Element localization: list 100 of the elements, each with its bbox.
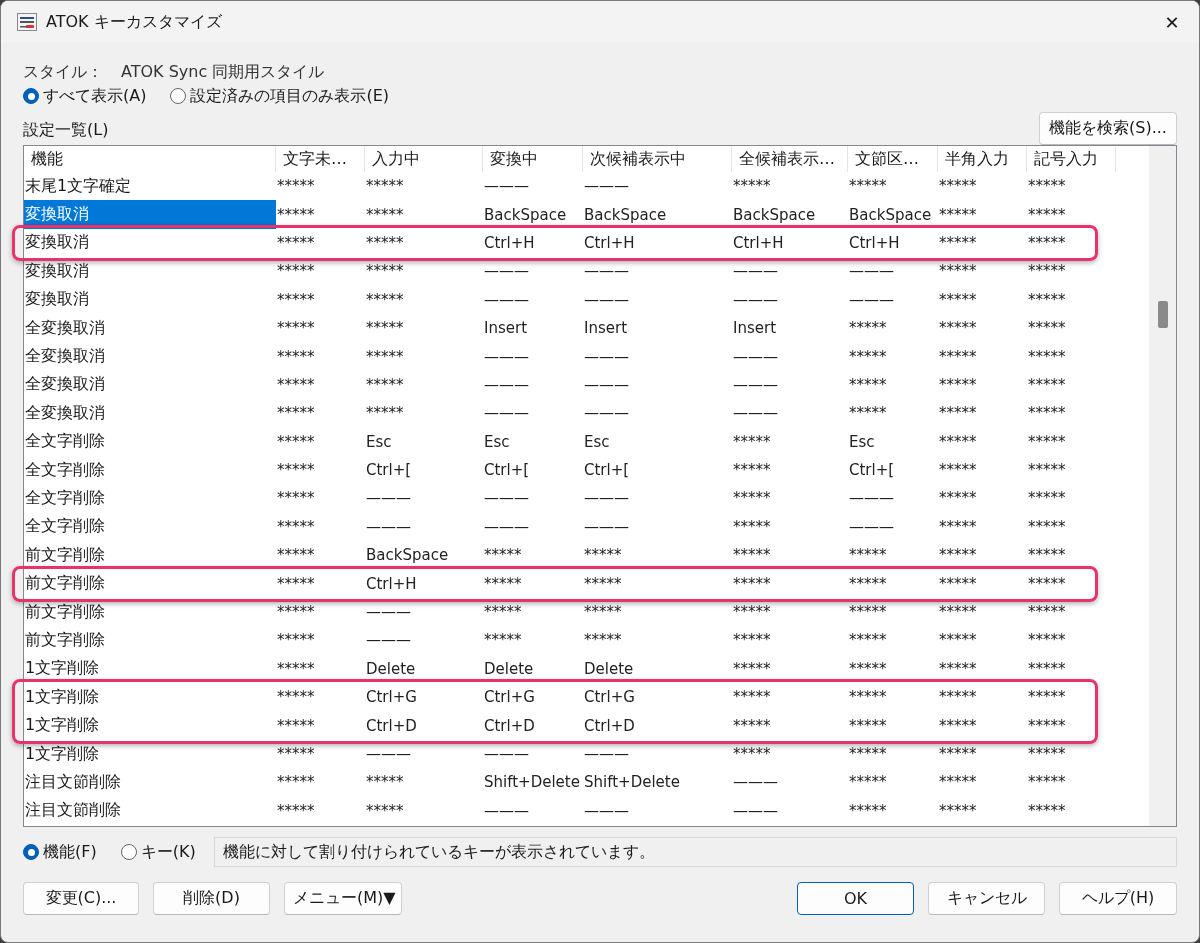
function-cell[interactable]: 全文字削除 [24,455,276,485]
key-cell-text: ——— [483,488,530,510]
key-cell-text: ——— [732,289,779,311]
key-cell-text: ***** [938,289,978,311]
key-cell-text: ***** [732,687,772,709]
key-cell-text: ***** [583,545,623,567]
key-cell-text: ***** [848,772,888,794]
key-cell-text: ***** [583,630,623,652]
key-cell-text: Ctrl+G [483,687,536,709]
column-header[interactable]: 文字未… [276,146,365,172]
function-cell[interactable]: 変換取消 [24,285,276,314]
key-cell-text: ——— [732,772,779,794]
key-cell-text: ——— [483,403,530,425]
key-cell-text: Delete [483,658,535,680]
key-cell-text: ——— [483,744,530,765]
key-cell-text: ***** [938,658,978,680]
radio-label[interactable]: キー(K) [140,841,196,863]
key-cell-text: ***** [848,403,888,425]
function-cell[interactable]: 全文字削除 [24,512,276,542]
function-cell[interactable]: 1文字削除 [24,654,276,684]
key-cell-text: ——— [848,261,895,283]
function-cell[interactable]: 全変換取消 [24,399,276,428]
key-cell-text: Ctrl+D [365,715,418,737]
radio-button[interactable] [120,844,137,860]
menu-button[interactable]: メニュー(M)▼ [284,882,402,915]
column-header[interactable]: 入力中 [365,146,483,172]
function-cell[interactable]: 前文字削除 [24,626,276,655]
key-cell-text: ***** [276,488,316,510]
radio-label[interactable]: 設定済みの項目のみ表示(E) [190,85,390,107]
key-cell-text: ***** [1027,261,1067,283]
key-cell-text: ——— [365,488,412,510]
key-cell-text: ***** [365,232,405,254]
delete-button[interactable]: 削除(D) [153,882,270,915]
function-cell[interactable]: 全文字削除 [24,484,276,513]
key-cell-text: ***** [732,715,772,737]
radio-label[interactable]: 機能(F) [43,841,97,863]
column-header[interactable]: 機能 [24,146,276,172]
close-button[interactable]: ✕ [1149,1,1195,43]
function-cell[interactable]: 全変換取消 [24,342,276,371]
change-button[interactable]: 変更(C)... [23,882,139,915]
scrollbar-thumb[interactable] [1158,301,1168,328]
function-cell[interactable]: 前文字削除 [24,569,276,598]
key-cell-text: ***** [483,630,523,652]
column-header[interactable]: 次候補表示中 [583,146,732,172]
radio-button[interactable] [23,88,39,104]
key-cell-text: ***** [276,630,316,652]
key-cell-text: ***** [1027,318,1067,340]
key-cell-text: ***** [848,346,888,368]
key-cell-text: ***** [1027,346,1067,368]
key-cell-text: BackSpace [732,204,817,226]
key-cell-text: Delete [365,658,417,680]
column-header[interactable]: 半角入力 [938,146,1027,172]
function-cell[interactable]: 1文字削除 [24,683,276,712]
key-cell-text: ***** [938,403,978,425]
function-cell[interactable]: 全変換取消 [24,313,276,343]
key-cell-text: ***** [1027,460,1067,482]
function-cell[interactable]: 全変換取消 [24,370,276,400]
key-cell-text: ***** [938,488,978,510]
function-cell[interactable]: 1文字削除 [24,739,276,769]
key-cell-text: ——— [583,800,630,822]
function-cell[interactable]: 注目文節削除 [24,796,276,825]
key-cell-text: ***** [732,658,772,680]
function-cell[interactable]: 前文字削除 [24,541,276,570]
column-header[interactable]: 全候補表示… [732,146,848,172]
key-cell-text: ***** [1027,744,1067,765]
cancel-button[interactable]: キャンセル [928,882,1045,915]
key-cell-text: ***** [848,573,888,595]
key-cell-text: BackSpace [583,204,668,226]
column-header[interactable]: 変換中 [483,146,583,172]
ok-button[interactable]: OK [797,882,914,915]
key-cell-text: ——— [583,403,630,425]
key-cell-text: ***** [848,658,888,680]
function-cell[interactable]: 前文字削除 [24,597,276,627]
column-header[interactable]: 文節区… [848,146,938,172]
radio-button[interactable] [23,844,39,860]
key-cell-text: ***** [938,176,978,198]
function-cell[interactable]: 全文字削除 [24,427,276,456]
function-cell[interactable]: 変換取消 [24,228,276,258]
key-cell-text: ***** [938,232,978,254]
function-cell[interactable]: 1文字削除 [24,711,276,740]
key-cell-text: ***** [365,403,405,425]
key-cell-text: ***** [732,488,772,510]
key-cell-text: Ctrl+H [848,232,901,254]
key-cell-text: ***** [1027,687,1067,709]
key-cell-text: ***** [732,460,772,482]
function-cell[interactable]: 変換取消 [24,257,276,286]
search-button[interactable]: 機能を検索(S)... [1039,112,1177,145]
help-button[interactable]: ヘルプ(H) [1059,882,1177,915]
key-cell-text: ——— [583,289,630,311]
radio-label[interactable]: すべて表示(A) [43,85,147,107]
column-header[interactable]: 記号入力 [1027,146,1116,172]
key-cell-text: ***** [1027,431,1067,453]
key-cell-text: ***** [848,374,888,396]
radio-button[interactable] [170,88,187,104]
key-cell-text: Shift+Delete [583,772,681,794]
function-cell[interactable]: 末尾1文字確定 [24,172,276,201]
key-cell-text: ***** [938,687,978,709]
key-cell-text: ***** [938,744,978,765]
function-cell[interactable]: 注目文節削除 [24,768,276,797]
scrollbar[interactable] [1149,146,1176,826]
